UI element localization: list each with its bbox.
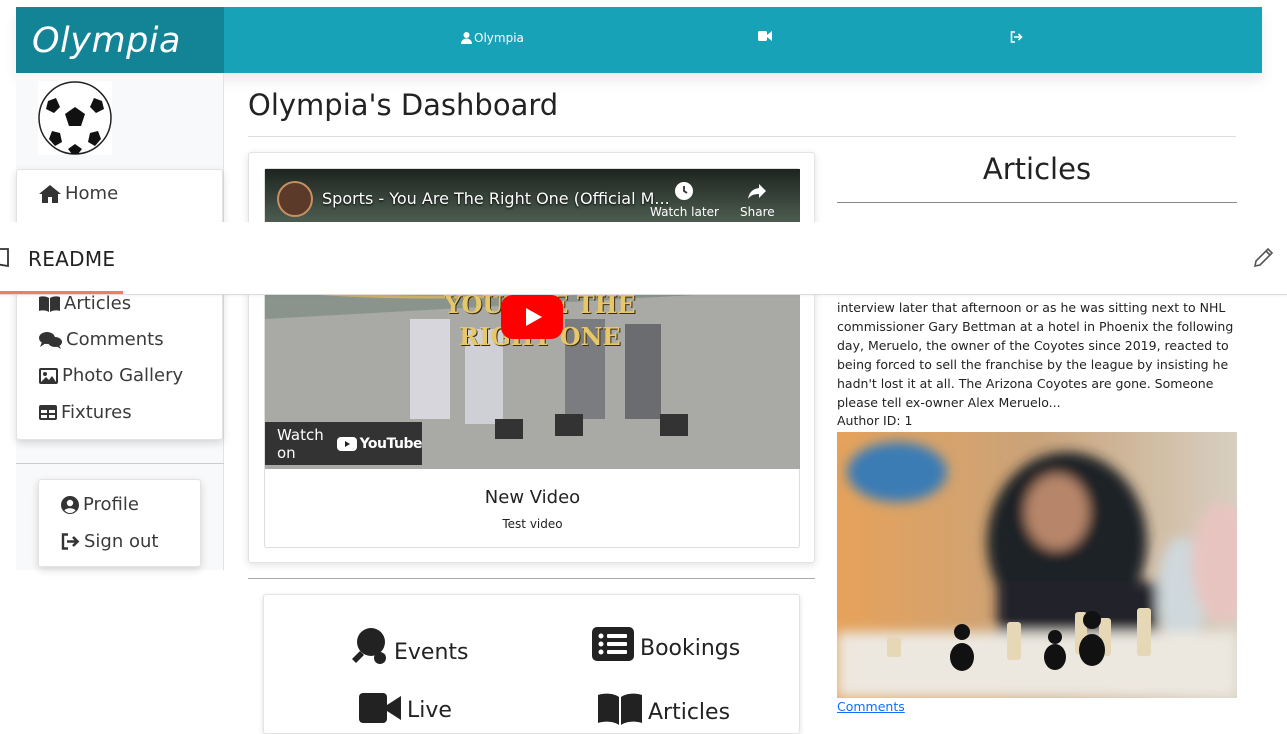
sidebar-item-fixtures[interactable]: Fixtures xyxy=(39,402,132,423)
readme-bar: README xyxy=(0,222,1287,295)
share-button[interactable]: Share xyxy=(740,181,775,219)
video-description: Test video xyxy=(502,517,563,531)
list-icon xyxy=(592,627,634,661)
signout-label: Sign out xyxy=(84,531,159,552)
watch-later-button[interactable]: Watch later xyxy=(650,181,719,219)
video-name: New Video xyxy=(484,487,581,508)
profile-label: Profile xyxy=(83,494,139,515)
nav-video-button[interactable] xyxy=(758,31,772,41)
clock-icon xyxy=(674,181,694,201)
table-icon xyxy=(39,405,57,420)
page-title: Olympia's Dashboard xyxy=(248,88,559,122)
brand-logo[interactable]: Olympia xyxy=(16,7,224,73)
book-open-icon xyxy=(0,247,18,267)
sidebar-menu: Home Articles Comments Photo Gallery Fix… xyxy=(16,169,223,440)
quick-link-bookings[interactable]: Bookings xyxy=(592,627,740,661)
video-embed-title[interactable]: Sports - You Are The Right One (Official… xyxy=(322,189,670,208)
video-card: Sports - You Are The Right One (Official… xyxy=(248,152,815,563)
image-icon xyxy=(39,367,58,384)
comments-icon xyxy=(39,331,62,349)
nav-user-label: Olympia xyxy=(474,31,524,45)
articles-divider xyxy=(837,202,1237,203)
sidebar-item-comments[interactable]: Comments xyxy=(39,329,164,350)
top-navbar: Olympia Olympia xyxy=(16,7,1262,73)
book-icon xyxy=(39,295,60,312)
signout-link[interactable]: Sign out xyxy=(61,531,158,552)
sign-out-icon xyxy=(1010,31,1023,43)
video-icon xyxy=(359,693,401,723)
user-icon xyxy=(461,32,472,44)
sidebar-divider xyxy=(16,463,224,464)
ping-pong-icon xyxy=(350,627,388,665)
sidebar-item-home[interactable]: Home xyxy=(39,183,118,204)
article-image xyxy=(837,432,1237,698)
book-icon xyxy=(598,693,642,725)
nav-user-link[interactable]: Olympia xyxy=(461,31,524,45)
watch-later-label: Watch later xyxy=(650,205,719,219)
channel-avatar[interactable] xyxy=(277,181,313,217)
article-author: Author ID: 1 xyxy=(837,413,913,428)
home-icon xyxy=(39,184,61,203)
video-icon xyxy=(758,31,772,41)
quick-link-label: Events xyxy=(394,640,469,665)
sign-out-icon xyxy=(61,533,80,550)
sidebar-item-label: Home xyxy=(65,183,119,204)
quick-link-label: Live xyxy=(407,698,452,723)
profile-menu: Profile Sign out xyxy=(38,479,201,567)
user-circle-icon xyxy=(61,495,79,514)
articles-heading: Articles xyxy=(982,152,1092,186)
sidebar-item-photo-gallery[interactable]: Photo Gallery xyxy=(39,365,183,386)
sidebar-item-articles[interactable]: Articles xyxy=(39,293,131,314)
sidebar-item-label: Comments xyxy=(66,329,164,350)
readme-tab-indicator xyxy=(0,291,123,294)
quick-link-articles[interactable]: Articles xyxy=(598,693,730,725)
quick-link-events[interactable]: Events xyxy=(350,627,469,665)
sidebar-item-label: Articles xyxy=(64,293,132,314)
sidebar-item-label: Fixtures xyxy=(61,402,132,423)
comments-link[interactable]: Comments xyxy=(837,699,905,714)
title-divider xyxy=(248,136,1236,137)
quick-link-label: Bookings xyxy=(640,636,741,661)
quick-link-label: Articles xyxy=(648,700,731,725)
section-divider xyxy=(248,578,815,579)
quick-link-live[interactable]: Live xyxy=(359,693,452,723)
soccer-ball-logo xyxy=(38,81,112,155)
sidebar-item-label: Photo Gallery xyxy=(62,365,184,386)
share-icon xyxy=(747,181,767,201)
sidebar: Home Articles Comments Photo Gallery Fix… xyxy=(16,73,224,570)
youtube-embed[interactable]: Sports - You Are The Right One (Official… xyxy=(265,169,800,469)
youtube-logo: YouTube xyxy=(336,436,423,452)
play-button[interactable] xyxy=(501,295,563,339)
edit-pencil-icon[interactable] xyxy=(1253,246,1275,268)
nav-signout-button[interactable] xyxy=(1010,31,1023,43)
quick-links-card: Events Bookings Live Articles xyxy=(263,594,800,734)
share-label: Share xyxy=(740,205,775,219)
profile-link[interactable]: Profile xyxy=(61,494,139,515)
watch-on-label: Watch on xyxy=(277,425,324,462)
readme-label[interactable]: README xyxy=(28,247,115,271)
article-excerpt: interview later that afternoon or as he … xyxy=(837,300,1234,410)
watch-on-youtube-button[interactable]: Watch on YouTube xyxy=(265,422,423,465)
